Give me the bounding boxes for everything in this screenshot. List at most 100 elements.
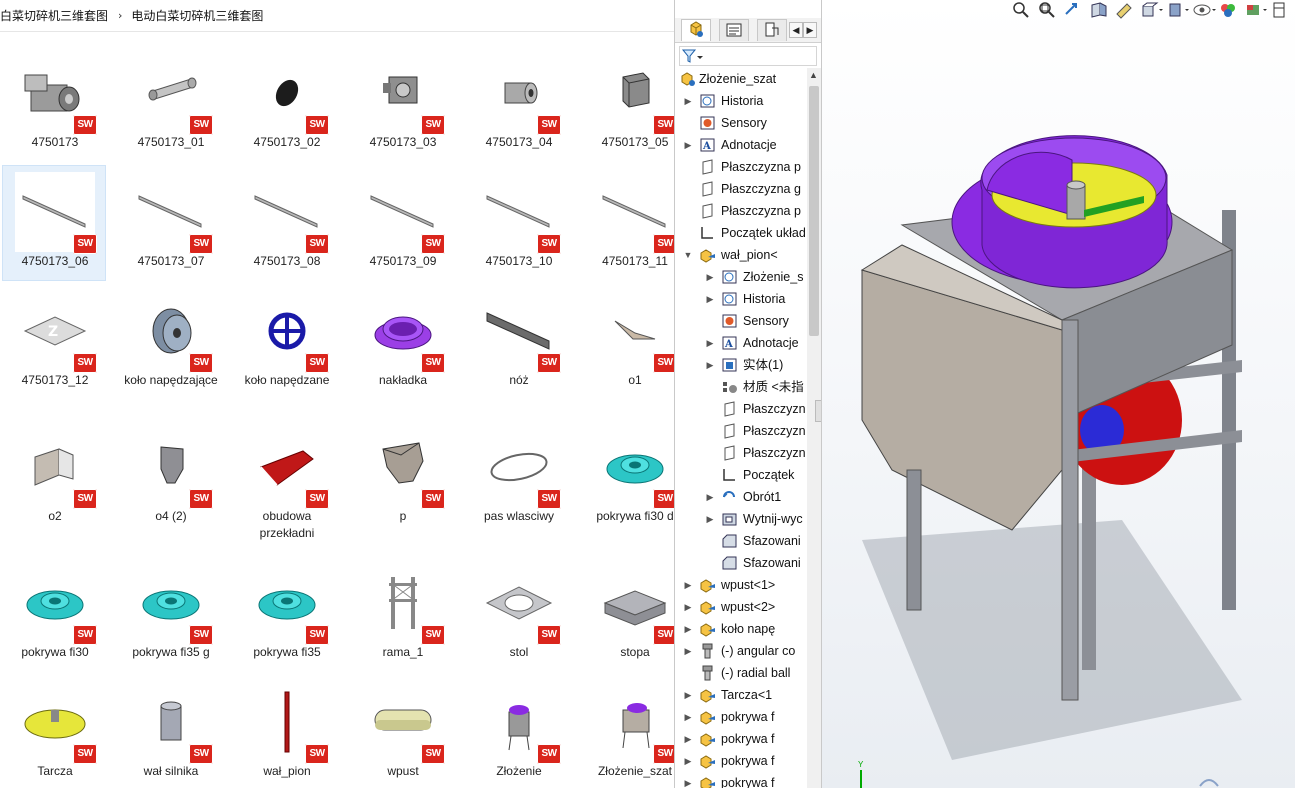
tree-item[interactable]: ▶ Historia [675, 288, 807, 310]
file-item[interactable]: SW pokrywa fi35 [234, 556, 338, 672]
tree-item[interactable]: ▶ Wytnij-wyc [675, 508, 807, 530]
tree-item[interactable]: ▶ pokrywa f [675, 728, 807, 750]
breadcrumb-item-parent[interactable]: 白菜切碎机三维套图 [0, 7, 108, 24]
tree-item[interactable]: Płaszczyzna g [675, 178, 807, 200]
file-item[interactable]: SW pokrywa fi30 d [582, 420, 674, 536]
tree-item[interactable]: ▶ Historia [675, 90, 807, 112]
file-item[interactable]: SW koło napędzające [118, 284, 222, 400]
expand-toggle-icon[interactable]: ▶ [683, 706, 693, 728]
expand-toggle-icon[interactable]: ▶ [705, 486, 715, 508]
expand-toggle-icon[interactable]: ▶ [705, 332, 715, 354]
file-item[interactable]: SW pokrywa fi30 [2, 556, 106, 672]
tree-item[interactable]: ▶ Tarcza<1 [675, 684, 807, 706]
tab-configuration-manager[interactable] [757, 19, 787, 41]
file-item[interactable]: SW 4750173_06 [2, 165, 106, 281]
tree-item[interactable]: Płaszczyzn [675, 398, 807, 420]
file-item[interactable]: SW Złożenie [466, 675, 570, 788]
expand-toggle-icon[interactable]: ▶ [683, 750, 693, 772]
tree-item[interactable]: ▶ Obrót1 [675, 486, 807, 508]
tree-item[interactable]: Sensory [675, 112, 807, 134]
tree-item[interactable]: ▶ wpust<1> [675, 574, 807, 596]
file-item[interactable]: SW Tarcza [2, 675, 106, 788]
tree-item[interactable]: ▶ wpust<2> [675, 596, 807, 618]
tree-item[interactable]: (-) radial ball [675, 662, 807, 684]
expand-toggle-icon[interactable]: ▶ [705, 508, 715, 530]
tree-item[interactable]: Płaszczyzn [675, 442, 807, 464]
tree-item[interactable]: ▶ A Adnotacje [675, 332, 807, 354]
tree-item[interactable]: ▶ 实体(1) [675, 354, 807, 376]
tree-item[interactable]: ▶ A Adnotacje [675, 134, 807, 156]
file-item[interactable]: SW p [350, 420, 454, 536]
expand-toggle-icon[interactable]: ▶ [683, 640, 693, 662]
file-item[interactable]: SW 4750173 [2, 46, 106, 162]
file-item[interactable]: SW 4750173_01 [118, 46, 222, 162]
tab-feature-manager[interactable] [681, 19, 711, 41]
breadcrumb-item-current[interactable]: 电动白菜切碎机三维套图 [131, 7, 263, 24]
file-item[interactable]: SW 4750173_10 [466, 165, 570, 281]
file-item[interactable]: SW 4750173_04 [466, 46, 570, 162]
tab-scroll-left-button[interactable]: ◀ [789, 22, 803, 38]
expand-toggle-icon[interactable]: ▶ [683, 574, 693, 596]
tree-item[interactable]: ▶ pokrywa f [675, 750, 807, 772]
file-item[interactable]: SW wał_pion [234, 675, 338, 788]
tree-scrollbar[interactable]: ▲ [807, 68, 821, 788]
file-item[interactable]: SW 4750173_08 [234, 165, 338, 281]
tree-item[interactable]: Złożenie_szat [675, 68, 807, 90]
tree-item[interactable]: Płaszczyzn [675, 420, 807, 442]
file-item[interactable]: SW nóż [466, 284, 570, 400]
file-item[interactable]: SW 4750173_09 [350, 165, 454, 281]
tree-item[interactable]: Płaszczyzna p [675, 200, 807, 222]
tree-item[interactable]: Sfazowani [675, 552, 807, 574]
tree-item[interactable]: Sfazowani [675, 530, 807, 552]
file-item[interactable]: SW o1 [582, 284, 674, 400]
file-item[interactable]: SW 4750173_03 [350, 46, 454, 162]
tree-item[interactable]: ▶ Złożenie_s [675, 266, 807, 288]
file-item[interactable]: SW 4750173_11 [582, 165, 674, 281]
tree-item[interactable]: Płaszczyzna p [675, 156, 807, 178]
file-item[interactable]: SW o2 [2, 420, 106, 536]
tree-item[interactable]: ▶ koło napę [675, 618, 807, 640]
file-item[interactable]: SW koło napędzane [234, 284, 338, 400]
expand-toggle-icon[interactable]: ▶ [683, 90, 693, 112]
tree-item[interactable]: Początek układ [675, 222, 807, 244]
file-item[interactable]: SW wpust [350, 675, 454, 788]
tree-item[interactable]: ▶ pokrywa f [675, 772, 807, 788]
file-item[interactable]: SW 4750173_05 [582, 46, 674, 162]
expand-toggle-icon[interactable]: ▶ [705, 266, 715, 288]
file-item[interactable]: SW stopa [582, 556, 674, 672]
expand-toggle-icon[interactable]: ▶ [705, 354, 715, 376]
graphics-viewport[interactable]: Y [822, 0, 1295, 788]
expand-toggle-icon[interactable]: ▶ [683, 684, 693, 706]
expand-toggle-icon[interactable]: ▶ [705, 288, 715, 310]
file-item[interactable]: SW rama_1 [350, 556, 454, 672]
file-item[interactable]: SW obudowa przekładni [234, 420, 338, 540]
file-item[interactable]: SW stol [466, 556, 570, 672]
tab-property-manager[interactable] [719, 19, 749, 41]
tree-filter[interactable] [679, 46, 817, 66]
tree-item[interactable]: ▶ (-) angular co [675, 640, 807, 662]
expand-toggle-icon[interactable]: ▼ [683, 244, 693, 266]
file-item[interactable]: SW 4750173_02 [234, 46, 338, 162]
file-item[interactable]: Z SW 4750173_12 [2, 284, 106, 400]
file-item[interactable]: SW wał silnika [118, 675, 222, 788]
expand-toggle-icon[interactable]: ▶ [683, 618, 693, 640]
file-item[interactable]: SW Złożenie_szat [582, 675, 674, 788]
expand-toggle-icon[interactable]: ▶ [683, 728, 693, 750]
tree-item[interactable]: Początek [675, 464, 807, 486]
file-item[interactable]: SW 4750173_07 [118, 165, 222, 281]
expand-toggle-icon[interactable]: ▶ [683, 596, 693, 618]
tree-item[interactable]: ▼ wał_pion< [675, 244, 807, 266]
expand-toggle-icon[interactable]: ▶ [683, 134, 693, 156]
file-item[interactable]: SW o4 (2) [118, 420, 222, 536]
file-item[interactable]: SW pokrywa fi35 g [118, 556, 222, 672]
scroll-up-icon[interactable]: ▲ [809, 70, 818, 80]
file-item[interactable]: SW pas wlasciwy [466, 420, 570, 536]
panel-splitter-handle[interactable] [815, 400, 821, 422]
file-item[interactable]: SW nakładka [350, 284, 454, 400]
expand-toggle-icon[interactable]: ▶ [683, 772, 693, 788]
tree-item[interactable]: Sensory [675, 310, 807, 332]
tree-item[interactable]: ▶ pokrywa f [675, 706, 807, 728]
scrollbar-thumb[interactable] [809, 86, 819, 336]
tree-item[interactable]: 材质 <未指 [675, 376, 807, 398]
tab-scroll-right-button[interactable]: ▶ [803, 22, 817, 38]
